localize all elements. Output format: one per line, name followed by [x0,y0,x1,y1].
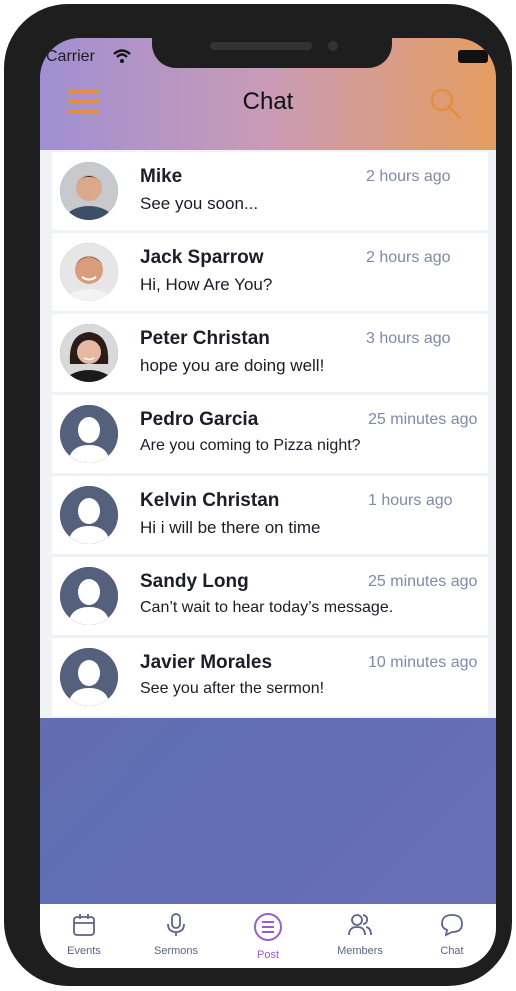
chat-row[interactable]: Jack Sparrow Hi, How Are You? 2 hours ag… [52,233,488,311]
microphone-icon [167,913,185,936]
tab-sermons[interactable]: Sermons [136,912,216,957]
chat-name: Mike [140,166,183,187]
chat-time: 2 hours ago [366,168,451,185]
battery-icon [458,50,488,63]
chat-message: Are you coming to Pizza night? [140,437,361,454]
chat-name: Kelvin Christan [140,490,280,511]
chat-time: 1 hours ago [368,492,453,509]
avatar [60,324,118,382]
avatar [60,648,118,706]
avatar [60,405,118,463]
tab-events[interactable]: Events [44,912,124,957]
chat-time: 10 minutes ago [368,654,478,671]
tab-label: Events [67,945,101,957]
chat-row[interactable]: Peter Christan hope you are doing well! … [52,314,488,392]
device-notch [152,38,392,68]
tab-bar: Events Sermons Post Members Chat [40,904,496,968]
wifi-icon [113,49,131,63]
chat-time: 25 minutes ago [368,411,478,428]
tab-chat[interactable]: Chat [412,912,492,957]
chat-name: Sandy Long [140,571,249,592]
person-placeholder-icon [60,648,118,706]
avatar [60,567,118,625]
chat-message: hope you are doing well! [140,356,325,375]
chat-message: See you soon... [140,194,259,213]
chat-name: Jack Sparrow [140,247,264,268]
chat-row[interactable]: Javier Morales See you after the sermon!… [52,638,488,716]
person-placeholder-icon [60,486,118,544]
chat-time: 3 hours ago [366,330,451,347]
tab-post[interactable]: Post [228,912,308,961]
search-icon[interactable] [428,86,462,120]
calendar-icon [73,914,95,936]
members-icon [348,914,372,936]
tab-members[interactable]: Members [320,912,400,957]
avatar [60,486,118,544]
chat-time: 2 hours ago [366,249,451,266]
chat-message: See you after the sermon! [140,680,325,697]
app-screen: Carrier Chat Mike See you soon... 2 hour… [40,38,496,968]
chat-name: Pedro Garcia [140,409,259,430]
phone-frame: Carrier Chat Mike See you soon... 2 hour… [4,4,512,986]
person-placeholder-icon [60,567,118,625]
tab-label: Post [256,949,279,961]
avatar [60,162,118,220]
chat-list: Mike See you soon... 2 hours ago Jack Sp… [40,150,496,718]
tab-label: Sermons [153,945,199,957]
chat-name: Peter Christan [140,328,270,349]
tab-label: Members [337,945,383,957]
chat-row[interactable]: Sandy Long Can’t wait to hear today’s me… [52,557,488,635]
chat-row[interactable]: Mike See you soon... 2 hours ago [52,152,488,230]
post-menu-icon [254,913,282,941]
avatar [60,243,118,301]
tab-label: Chat [440,945,464,957]
carrier-label: Carrier [46,48,95,65]
chat-row[interactable]: Pedro Garcia Are you coming to Pizza nig… [52,395,488,473]
person-placeholder-icon [60,405,118,463]
chat-message: Can’t wait to hear today’s message. [140,599,394,616]
chat-message: Hi, How Are You? [140,275,273,294]
chat-bubble-icon [441,914,463,937]
chat-message: Hi i will be there on time [140,518,321,537]
chat-row[interactable]: Kelvin Christan Hi i will be there on ti… [52,476,488,554]
chat-time: 25 minutes ago [368,573,478,590]
chat-name: Javier Morales [140,652,273,673]
